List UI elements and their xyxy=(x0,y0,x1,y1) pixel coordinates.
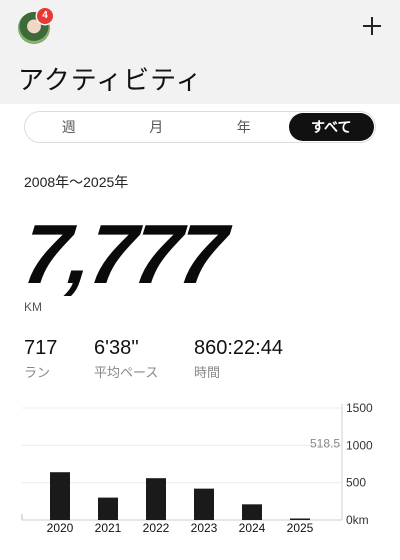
tab-year[interactable]: 年 xyxy=(201,113,287,141)
total-distance: 7,777 xyxy=(19,207,230,301)
tab-month[interactable]: 月 xyxy=(114,113,200,141)
stat-time-value: 860:22:44 xyxy=(194,337,283,359)
x-tick-label: 2022 xyxy=(143,521,170,535)
yearly-distance-chart[interactable]: 0km 500 1000 1500 518.5 2020 2021 2022 2023 2024 2… xyxy=(0,396,400,560)
x-tick-label: 2021 xyxy=(95,521,122,535)
page-title: アクティビティ xyxy=(18,65,203,95)
stat-time: 860:22:44 時間 xyxy=(194,336,283,381)
date-range: 2008年〜2025年 xyxy=(24,174,129,190)
stat-runs-label: ラン xyxy=(24,365,51,380)
add-button[interactable] xyxy=(360,14,384,38)
stat-pace: 6'38'' 平均ペース xyxy=(94,336,158,381)
chart-bar xyxy=(194,488,214,520)
x-tick-label: 2025 xyxy=(287,521,314,535)
x-tick-label: 2024 xyxy=(239,521,266,535)
reference-label: 518.5 xyxy=(310,436,340,450)
distance-unit: KM xyxy=(24,300,42,314)
stat-time-label: 時間 xyxy=(194,365,221,380)
tab-all[interactable]: すべて xyxy=(288,113,374,141)
y-tick-label: 1000 xyxy=(346,438,373,452)
y-tick-label: 500 xyxy=(346,476,366,490)
notification-badge: 4 xyxy=(37,8,53,24)
header: 4 アクティビティ xyxy=(0,0,400,104)
period-tabs: 週 月 年 すべて xyxy=(24,111,376,143)
chart-bar xyxy=(146,478,166,520)
y-tick-label: 1500 xyxy=(346,401,373,415)
tab-week[interactable]: 週 xyxy=(26,113,112,141)
stat-runs: 717 ラン xyxy=(24,336,57,381)
chart-bar xyxy=(290,518,310,520)
stat-runs-value: 717 xyxy=(24,337,58,359)
chart-bar xyxy=(50,472,70,520)
y-tick-label: 0km xyxy=(346,513,369,527)
x-tick-label: 2020 xyxy=(47,521,74,535)
chart-bar xyxy=(98,497,118,520)
stat-pace-label: 平均ペース xyxy=(94,365,159,380)
stat-pace-value: 6'38'' xyxy=(94,337,139,359)
chart-canvas: 0km 500 1000 1500 518.5 2020 2021 2022 2023 2024 2… xyxy=(21,401,373,535)
chart-bar xyxy=(242,504,262,520)
x-tick-label: 2023 xyxy=(191,521,218,535)
plus-icon xyxy=(363,17,381,35)
